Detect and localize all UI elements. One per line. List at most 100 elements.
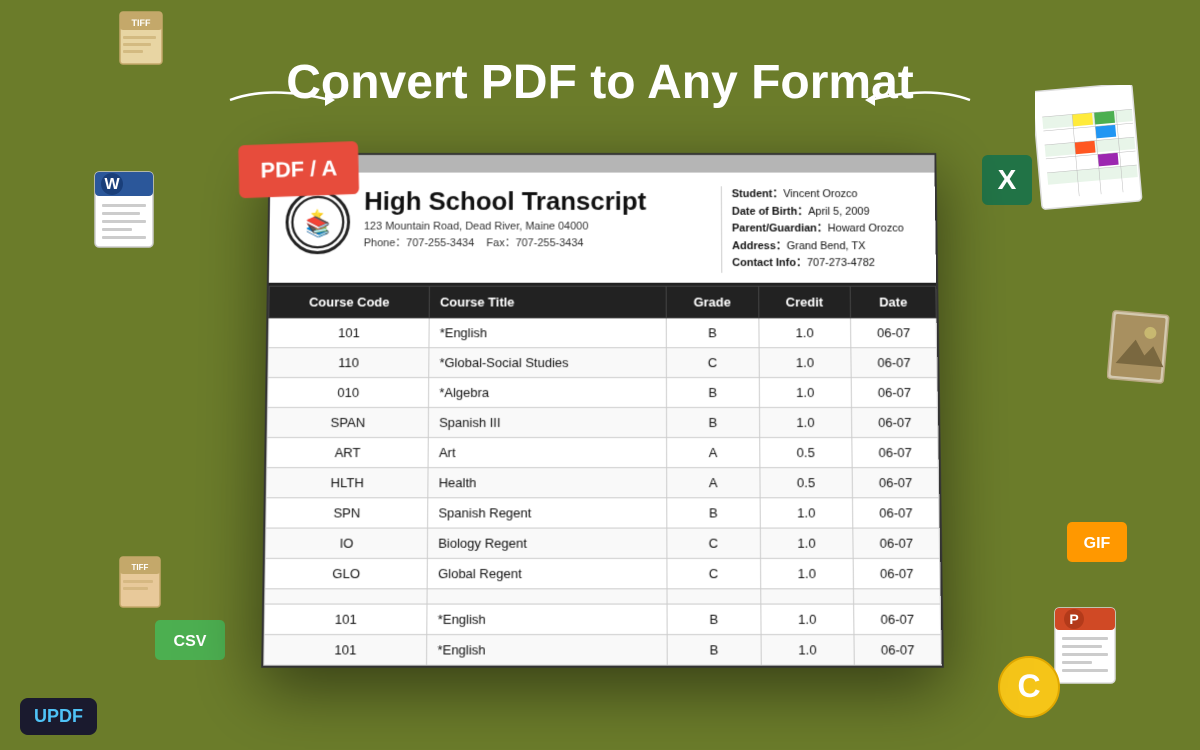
table-cell: 06-07: [851, 378, 937, 408]
table-cell: 0.5: [759, 468, 852, 498]
table-cell: A: [667, 468, 760, 498]
table-cell: *Algebra: [429, 378, 667, 408]
word-icon: W: [90, 170, 170, 265]
table-row: SPANSpanish IIIB1.006-07: [267, 407, 938, 437]
tiff-bottom-icon: TIFF: [115, 555, 170, 620]
table-cell: B: [666, 318, 758, 348]
table-cell: *English: [427, 635, 667, 666]
table-cell: 1.0: [758, 318, 851, 348]
table-cell: 1.0: [760, 498, 853, 528]
table-row: 101*EnglishB1.006-07: [264, 604, 941, 635]
table-cell: A: [667, 437, 760, 467]
table-cell: 1.0: [759, 407, 852, 437]
table-cell: C: [667, 528, 760, 558]
table-cell: SPAN: [267, 407, 429, 437]
table-cell: [854, 589, 941, 604]
svg-text:C: C: [1017, 668, 1040, 704]
table-row: SPNSpanish RegentB1.006-07: [266, 498, 940, 528]
col-header-date: Date: [850, 286, 936, 318]
table-cell: ART: [267, 437, 429, 467]
table-cell: 101: [264, 604, 427, 635]
table-cell: *Global-Social Studies: [429, 348, 666, 378]
school-phone: Phone：707-255-3434 Fax：707-255-3434: [364, 234, 722, 250]
svg-text:CSV: CSV: [174, 633, 207, 650]
table-header-row: Course Code Course Title Grade Credit Da…: [269, 286, 936, 318]
student-name: Student：Vincent Orozco: [732, 186, 919, 203]
table-row: IOBiology RegentC1.006-07: [265, 528, 939, 558]
table-cell: 06-07: [853, 528, 940, 558]
table-row: GLOGlobal RegentC1.006-07: [265, 558, 940, 588]
table-row: 101*EnglishB1.006-07: [268, 318, 936, 348]
svg-text:W: W: [104, 176, 120, 193]
table-cell: [667, 589, 760, 604]
pdf-badge: PDF / A: [238, 141, 359, 198]
school-address: 123 Mountain Road, Dead River, Maine 040…: [364, 221, 721, 233]
school-info: High School Transcript 123 Mountain Road…: [364, 186, 722, 250]
student-dob: Date of Birth：April 5, 2009: [732, 204, 920, 221]
svg-text:📚: 📚: [305, 216, 330, 239]
table-cell: B: [667, 604, 761, 635]
col-header-credit: Credit: [758, 286, 850, 318]
table-cell: 101: [264, 635, 427, 666]
transcript-table: Course Code Course Title Grade Credit Da…: [263, 286, 942, 666]
transcript-title: High School Transcript: [364, 186, 721, 216]
transcript-header: ⭐ 📚 High School Transcript 123 Mountain …: [269, 173, 936, 286]
table-cell: 1.0: [759, 378, 852, 408]
col-header-code: Course Code: [269, 286, 430, 318]
c-lang-icon: C: [997, 655, 1062, 725]
table-cell: Spanish III: [428, 407, 666, 437]
doc-top-bar: [270, 155, 934, 173]
table-cell: 06-07: [851, 318, 937, 348]
table-row: [265, 589, 941, 604]
table-row: ARTArtA0.506-07: [267, 437, 939, 467]
table-cell: [427, 589, 667, 604]
table-cell: 1.0: [759, 348, 852, 378]
col-header-grade: Grade: [666, 286, 758, 318]
transcript-document: PDF / A ⭐ 📚 High School Transcript 123 M…: [261, 153, 944, 668]
table-cell: [760, 589, 854, 604]
table-cell: C: [667, 558, 760, 588]
csv-icon: CSV: [155, 620, 215, 660]
svg-text:P: P: [1069, 611, 1078, 627]
table-cell: 06-07: [852, 468, 938, 498]
table-cell: Health: [428, 468, 667, 498]
student-address: Address：Grand Bend, TX: [732, 238, 920, 255]
svg-text:TIFF: TIFF: [132, 18, 151, 28]
table-cell: B: [667, 498, 760, 528]
updf-logo: UPDF: [20, 698, 97, 735]
table-cell: SPN: [266, 498, 428, 528]
table-cell: 06-07: [852, 437, 938, 467]
photo-icon: [1107, 310, 1172, 385]
table-cell: 1.0: [760, 528, 853, 558]
table-cell: 06-07: [852, 407, 938, 437]
student-info: Student：Vincent Orozco Date of Birth：Apr…: [721, 186, 920, 273]
table-cell: 1.0: [760, 558, 854, 588]
table-cell: Biology Regent: [428, 528, 667, 558]
table-cell: *English: [429, 318, 666, 348]
excel-icon: X: [982, 155, 1032, 205]
table-cell: 101: [268, 318, 429, 348]
gif-icon: GIF: [1067, 522, 1122, 562]
ppt-icon: P: [1052, 605, 1122, 695]
table-cell: C: [666, 348, 759, 378]
table-cell: HLTH: [266, 468, 428, 498]
table-cell: IO: [265, 528, 427, 558]
table-cell: 06-07: [854, 604, 941, 635]
table-row: HLTHHealthA0.506-07: [266, 468, 939, 498]
table-row: 110*Global-Social StudiesC1.006-07: [268, 348, 937, 378]
table-cell: 1.0: [761, 635, 855, 666]
student-guardian: Parent/Guardian：Howard Orozco: [732, 221, 920, 238]
svg-text:GIF: GIF: [1084, 535, 1111, 552]
svg-text:TIFF: TIFF: [132, 563, 149, 572]
table-cell: 06-07: [854, 635, 941, 666]
table-cell: Global Regent: [427, 558, 667, 588]
table-cell: GLO: [265, 558, 428, 588]
table-cell: B: [666, 378, 759, 408]
table-cell: [265, 589, 428, 604]
table-cell: 010: [268, 378, 429, 408]
school-logo: ⭐ 📚: [285, 190, 350, 254]
table-row: 101*EnglishB1.006-07: [264, 635, 942, 666]
table-cell: B: [667, 635, 761, 666]
student-contact: Contact Info：707-273-4782: [732, 255, 920, 272]
table-cell: Art: [428, 437, 666, 467]
